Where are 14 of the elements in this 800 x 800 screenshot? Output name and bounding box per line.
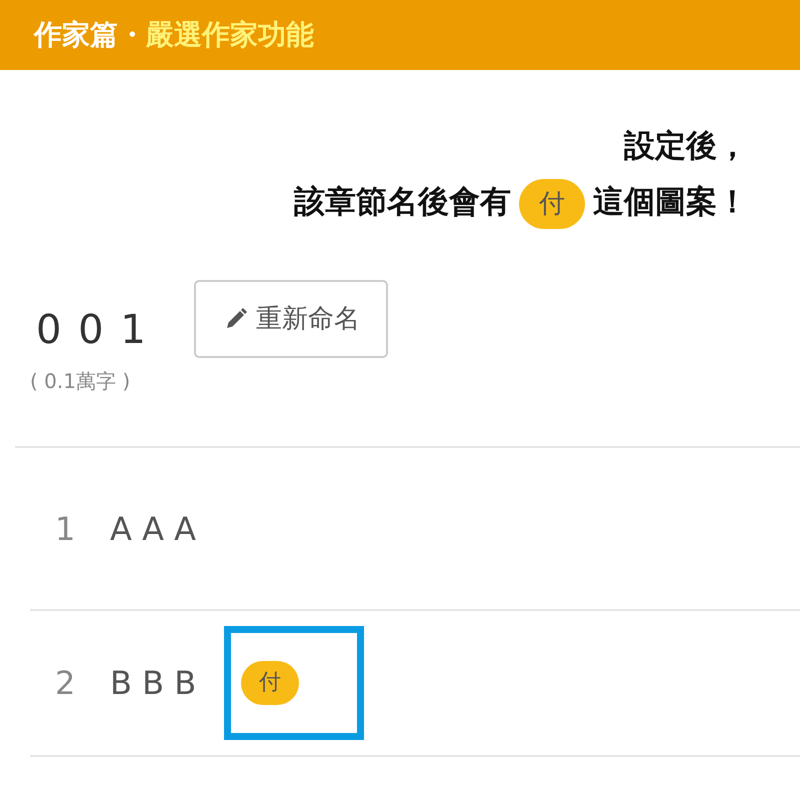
word-count: ( 0.1萬字 ) [30,368,132,395]
chapter-title[interactable]: B B B [110,659,196,707]
callout-text: 設定後， [624,128,748,164]
chapter-title[interactable]: A A A [110,504,196,552]
callout-text: 該章節名後會有 [294,184,511,220]
header-section-title: 作家篇・ [34,17,146,53]
chapter-number: 2 [55,663,76,704]
rename-button[interactable]: 重新命名 [194,280,388,358]
chapter-number: 1 [55,508,76,550]
attachment-badge: 付 [241,661,300,705]
callout-text: 這個圖案！ [593,184,748,220]
attachment-badge: 付 [519,178,585,229]
volume-number: 0 0 1 [35,310,148,350]
header-topic-title: 嚴選作家功能 [146,17,314,53]
